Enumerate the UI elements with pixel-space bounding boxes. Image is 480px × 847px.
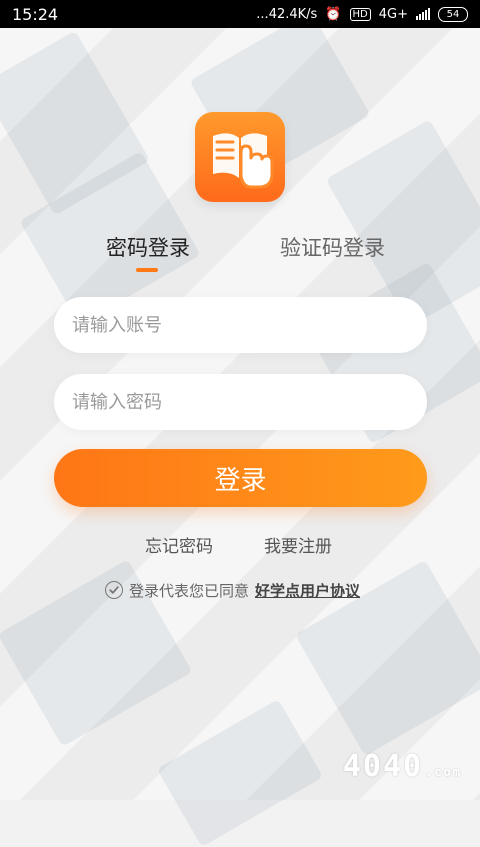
app-logo — [195, 112, 285, 202]
network-type: 4G+ — [378, 6, 408, 22]
tab-password-login[interactable]: 密码登录 — [106, 232, 190, 262]
account-input[interactable] — [54, 314, 427, 336]
login-button[interactable]: 登录 — [54, 449, 427, 507]
account-links: 忘记密码 我要注册 — [0, 532, 480, 557]
hd-icon: HD — [349, 7, 371, 21]
book-hand-icon — [213, 133, 274, 189]
active-tab-indicator — [136, 268, 158, 272]
status-time: 15:24 — [12, 4, 59, 24]
site-watermark: 4040 .com — [343, 749, 462, 784]
password-field — [54, 374, 427, 430]
agreement-checkbox[interactable] — [105, 581, 123, 599]
agreement-link[interactable]: 好学点用户协议 — [255, 580, 360, 601]
status-bar: 15:24 ...42.4K/s ⏰ HD 4G+ 54 — [0, 0, 480, 28]
signal-icon — [416, 8, 430, 20]
forgot-password-link[interactable]: 忘记密码 — [145, 532, 213, 557]
status-right-group: ...42.4K/s ⏰ HD 4G+ 54 — [256, 6, 468, 22]
watermark-suffix: .com — [425, 765, 462, 779]
network-speed: ...42.4K/s — [256, 6, 318, 22]
login-mode-tabs: 密码登录 验证码登录 — [0, 232, 480, 276]
checkmark-icon — [109, 586, 119, 594]
background-tile — [156, 699, 324, 847]
agreement-prefix: 登录代表您已同意 — [129, 581, 250, 600]
register-link[interactable]: 我要注册 — [264, 532, 332, 557]
tab-verification-code-login[interactable]: 验证码登录 — [280, 232, 385, 262]
password-input[interactable] — [54, 391, 427, 413]
account-field — [54, 297, 427, 353]
user-agreement: 登录代表您已同意 好学点用户协议 — [105, 578, 435, 602]
battery-indicator: 54 — [438, 6, 468, 22]
alarm-icon: ⏰ — [325, 6, 342, 22]
watermark-text: 4040 — [342, 749, 424, 784]
